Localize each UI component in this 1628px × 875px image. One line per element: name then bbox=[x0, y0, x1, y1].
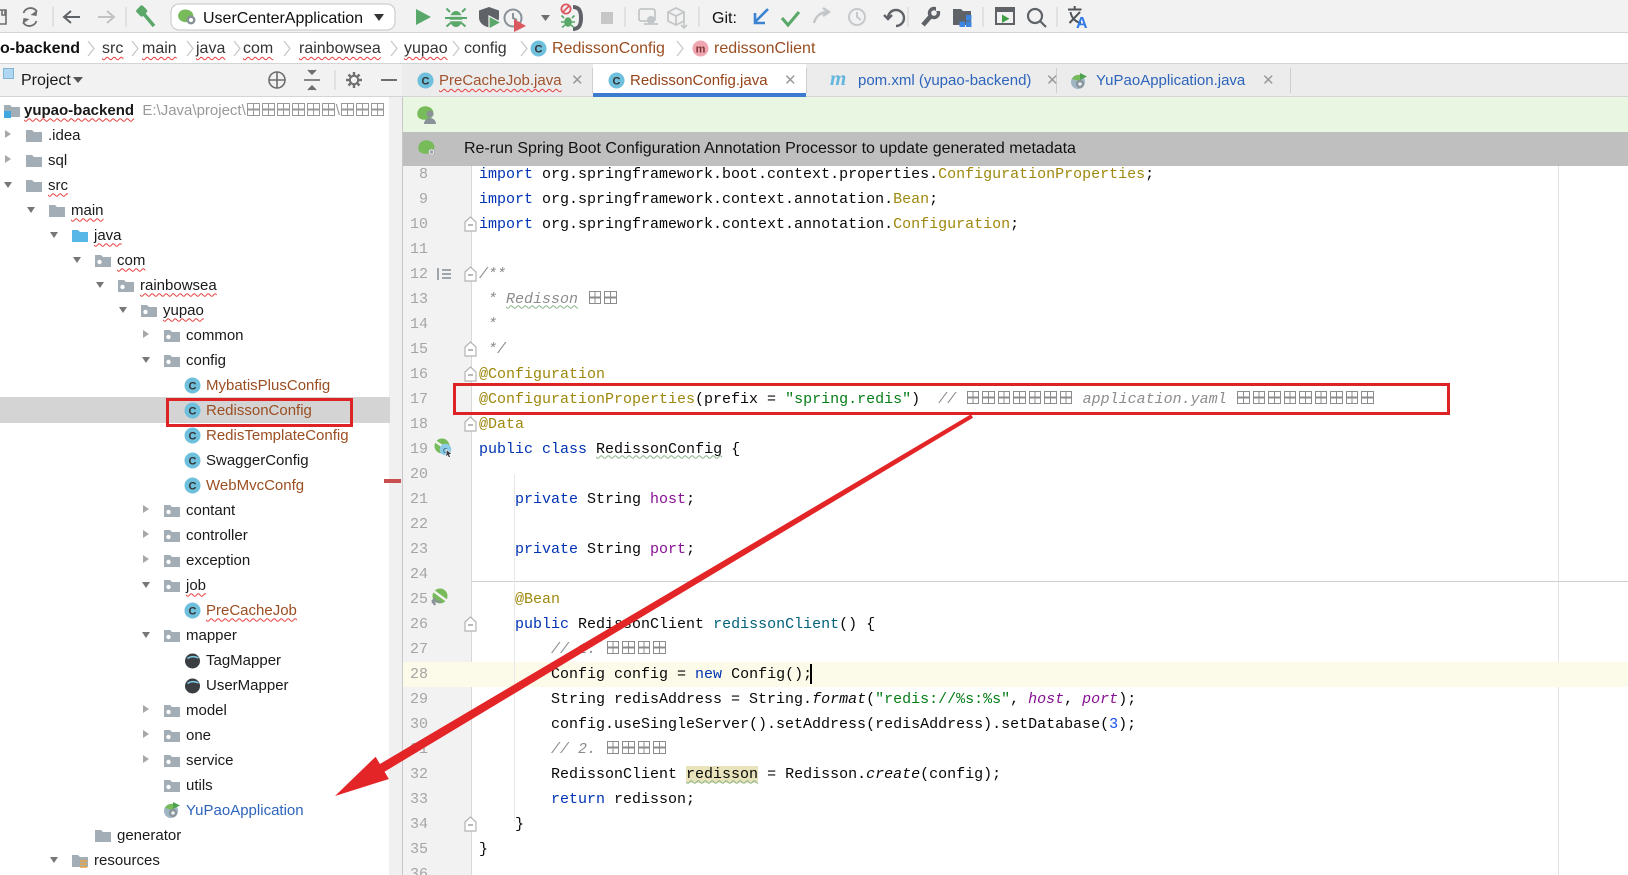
svg-text:C: C bbox=[422, 76, 430, 88]
svg-text:C: C bbox=[613, 76, 621, 88]
svg-text:C: C bbox=[189, 606, 197, 618]
svg-text:C: C bbox=[535, 44, 543, 56]
svg-text:A: A bbox=[1076, 15, 1088, 32]
svg-text:C: C bbox=[189, 431, 197, 443]
svg-text:C: C bbox=[189, 481, 197, 493]
svg-text:UserCenterApplication: UserCenterApplication bbox=[203, 10, 363, 27]
svg-text:C: C bbox=[189, 456, 197, 468]
svg-text:Git:: Git: bbox=[712, 10, 737, 27]
svg-text:C: C bbox=[189, 381, 197, 393]
svg-text:m: m bbox=[696, 44, 706, 56]
